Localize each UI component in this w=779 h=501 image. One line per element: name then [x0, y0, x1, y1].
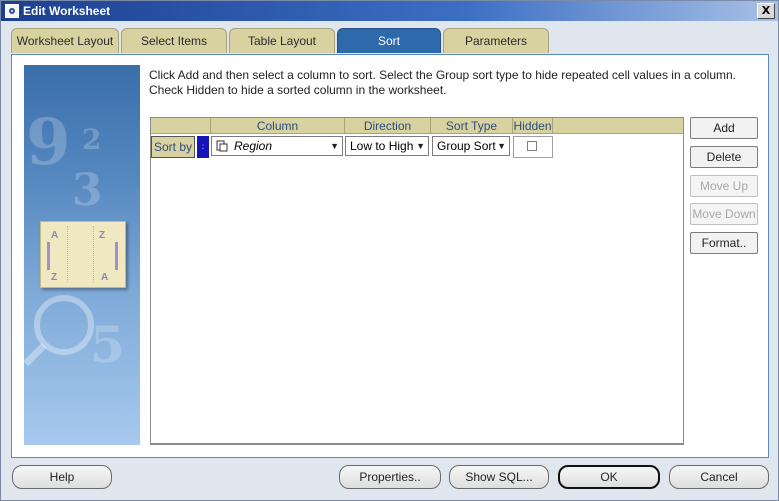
- delete-button[interactable]: Delete: [690, 146, 758, 168]
- close-button[interactable]: X: [757, 3, 775, 19]
- decorative-digit: 5: [90, 315, 125, 374]
- grid-filler-header: [553, 118, 683, 134]
- move-down-button[interactable]: Move Down: [690, 203, 758, 225]
- hidden-checkbox[interactable]: [527, 141, 537, 151]
- grid-corner-header: [151, 118, 211, 134]
- sort-grid: Column Direction Sort Type Hidden Sort b…: [150, 117, 684, 445]
- move-up-button[interactable]: Move Up: [690, 175, 758, 197]
- tab-worksheet-layout[interactable]: Worksheet Layout: [11, 28, 119, 53]
- sort-by-row-label[interactable]: Sort by: [151, 136, 195, 158]
- column-value: Region: [234, 139, 273, 153]
- column-item-icon: [216, 140, 228, 152]
- app-icon: [5, 4, 19, 18]
- down-arrow-icon: [47, 242, 50, 270]
- decorative-digit: 9: [26, 105, 71, 180]
- chevron-down-icon[interactable]: ▼: [416, 137, 425, 155]
- up-arrow-icon: [115, 242, 118, 270]
- sort-icon-letter: Z: [99, 230, 106, 241]
- column-select[interactable]: Region ▼: [211, 136, 343, 156]
- decorative-digit: 3: [72, 165, 103, 216]
- format-button[interactable]: Format..: [690, 232, 758, 254]
- row-selector[interactable]: :: [197, 136, 209, 158]
- sort-instructions: Click Add and then select a column to so…: [149, 68, 736, 97]
- sort-icon-letter: A: [101, 272, 109, 283]
- direction-value: Low to High: [350, 139, 414, 153]
- tab-table-layout[interactable]: Table Layout: [229, 28, 335, 53]
- tab-sort[interactable]: Sort: [337, 28, 441, 53]
- direction-header: Direction: [345, 118, 431, 134]
- ok-button[interactable]: OK: [558, 465, 660, 489]
- window-title: Edit Worksheet: [23, 4, 111, 18]
- chevron-down-icon[interactable]: ▼: [497, 137, 506, 155]
- sort-panel: 9 2 3 5 A Z Z A Click Add and then selec…: [11, 54, 769, 458]
- sort-icon-letter: A: [51, 230, 59, 241]
- direction-select[interactable]: Low to High ▼: [345, 136, 429, 156]
- column-header: Column: [211, 118, 345, 134]
- decorative-digit: 2: [82, 123, 102, 156]
- edit-worksheet-dialog: Edit Worksheet X Worksheet Layout Select…: [0, 0, 779, 501]
- magnifier-icon: [34, 295, 94, 355]
- add-button[interactable]: Add: [690, 117, 758, 139]
- sort-type-header: Sort Type: [431, 118, 513, 134]
- sort-type-select[interactable]: Group Sort ▼: [432, 136, 510, 156]
- show-sql-button[interactable]: Show SQL...: [449, 465, 549, 489]
- title-bar: Edit Worksheet X: [1, 1, 778, 21]
- tab-parameters[interactable]: Parameters: [443, 28, 549, 53]
- hidden-cell: [513, 136, 553, 158]
- tab-select-items[interactable]: Select Items: [121, 28, 227, 53]
- cancel-button[interactable]: Cancel: [669, 465, 769, 489]
- help-button[interactable]: Help: [12, 465, 112, 489]
- hidden-header: Hidden: [513, 118, 553, 134]
- chevron-down-icon[interactable]: ▼: [330, 137, 339, 155]
- properties-button[interactable]: Properties..: [339, 465, 441, 489]
- sort-icon-letter: Z: [51, 272, 58, 283]
- decorative-side-image: 9 2 3 5 A Z Z A: [24, 65, 140, 445]
- sort-az-icon: A Z Z A: [40, 221, 126, 288]
- sort-type-value: Group Sort: [437, 139, 496, 153]
